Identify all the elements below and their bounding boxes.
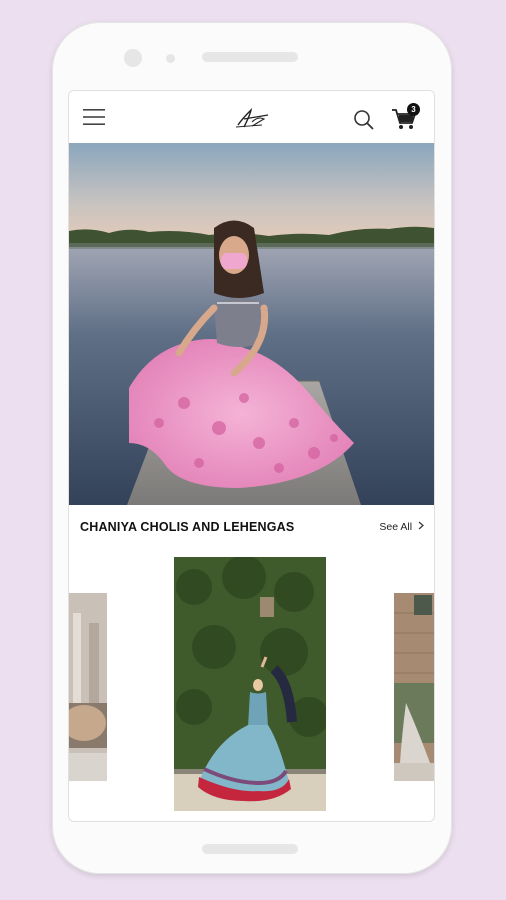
app-screen: 3 CHANIYA CHOLIS AND LEHENGAS See All: [68, 90, 435, 822]
phone-frame: 3 CHANIYA CHOLIS AND LEHENGAS See All: [52, 22, 452, 874]
signature-logo-icon[interactable]: [232, 105, 272, 136]
product-card-center[interactable]: [174, 557, 326, 811]
product-card-left[interactable]: [69, 593, 107, 781]
chevron-right-icon: [418, 521, 424, 533]
hero-banner-image[interactable]: [69, 143, 434, 505]
see-all-link[interactable]: See All: [379, 521, 424, 533]
product-card-right[interactable]: [394, 593, 434, 781]
see-all-label: See All: [379, 521, 413, 533]
cart-count-badge: 3: [407, 103, 420, 116]
section-title: CHANIYA CHOLIS AND LEHENGAS: [80, 520, 295, 534]
search-icon[interactable]: [353, 109, 375, 136]
hamburger-icon[interactable]: [83, 108, 105, 131]
bottom-speaker: [202, 844, 298, 854]
top-app-bar: 3: [69, 91, 434, 143]
earpiece-speaker: [202, 52, 298, 62]
front-sensor: [166, 54, 175, 63]
front-camera: [124, 49, 142, 67]
product-carousel[interactable]: [69, 557, 434, 813]
section-header: CHANIYA CHOLIS AND LEHENGAS See All: [69, 505, 434, 549]
